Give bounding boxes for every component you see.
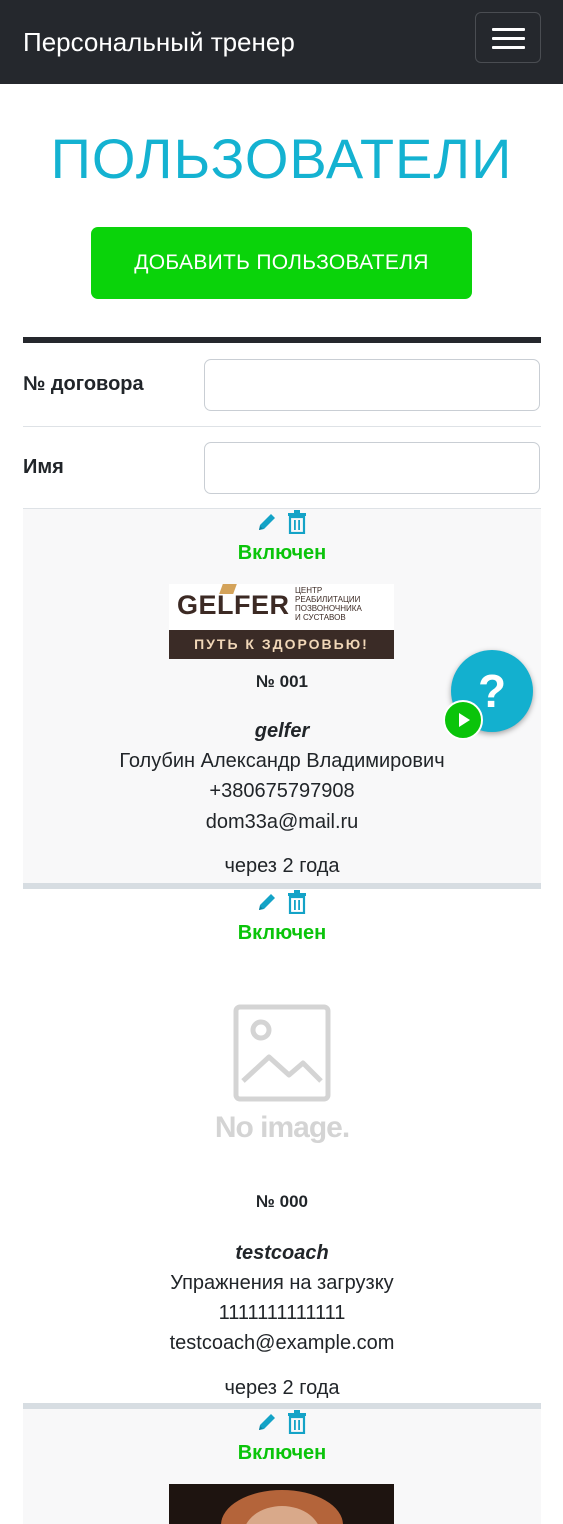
logo-tagline-line: ПОЗВОНОЧНИКА bbox=[295, 604, 362, 613]
play-button[interactable] bbox=[443, 700, 483, 740]
user-card: Включен No image. № 000 testcoach Упражн… bbox=[23, 889, 541, 1403]
pencil-icon[interactable] bbox=[256, 511, 278, 538]
logo-tagline: ЦЕНТР РЕАБИЛИТАЦИИ ПОЗВОНОЧНИКА И СУСТАВ… bbox=[295, 586, 362, 622]
name-filter-input[interactable] bbox=[204, 442, 540, 494]
logo-tagline-line: ЦЕНТР bbox=[295, 586, 323, 595]
user-logo: GELFER ЦЕНТР РЕАБИЛИТАЦИИ ПОЗВОНОЧНИКА И… bbox=[169, 584, 394, 659]
no-image-placeholder: No image. bbox=[207, 1003, 357, 1153]
play-icon bbox=[459, 713, 470, 727]
status-badge: Включен bbox=[237, 542, 327, 564]
user-phone: +380675797908 bbox=[209, 780, 355, 802]
trash-icon[interactable] bbox=[286, 510, 308, 539]
hamburger-menu-icon bbox=[492, 28, 525, 31]
contract-filter-input[interactable] bbox=[204, 359, 540, 411]
status-badge: Включен bbox=[237, 922, 327, 944]
logo-slogan: ПУТЬ К ЗДОРОВЬЮ! bbox=[169, 630, 394, 659]
filter-divider bbox=[23, 426, 541, 427]
name-filter-label: Имя bbox=[23, 456, 64, 478]
user-full-name: Упражнения на загрузку bbox=[170, 1272, 394, 1294]
image-placeholder-icon bbox=[233, 1004, 331, 1102]
logo-tagline-line: РЕАБИЛИТАЦИИ bbox=[295, 595, 361, 604]
user-photo bbox=[169, 1484, 394, 1524]
pencil-icon[interactable] bbox=[256, 891, 278, 918]
user-expiry: через 2 года bbox=[224, 1377, 340, 1399]
menu-toggle-button[interactable] bbox=[475, 12, 541, 63]
user-expiry: через 2 года bbox=[224, 855, 340, 877]
logo-brand: GELFER bbox=[177, 590, 290, 620]
hamburger-menu-icon-bar bbox=[492, 46, 525, 49]
pencil-icon[interactable] bbox=[256, 1411, 278, 1438]
logo-tagline-line: И СУСТАВОВ bbox=[295, 613, 346, 622]
status-badge: Включен bbox=[237, 1442, 327, 1464]
user-full-name: Голубин Александр Владимирович bbox=[119, 750, 445, 772]
user-email: dom33a@mail.ru bbox=[205, 811, 359, 833]
hamburger-menu-icon-bar bbox=[492, 37, 525, 40]
trash-icon[interactable] bbox=[286, 1410, 308, 1439]
trash-icon[interactable] bbox=[286, 890, 308, 919]
no-image-caption: No image. bbox=[214, 1111, 350, 1144]
top-navbar: Персональный тренер bbox=[0, 0, 563, 84]
contract-filter-label: № договора bbox=[23, 373, 144, 395]
add-user-button[interactable]: ДОБАВИТЬ ПОЛЬЗОВАТЕЛЯ bbox=[91, 227, 472, 299]
user-email: testcoach@example.com bbox=[169, 1332, 395, 1354]
user-card: Включен bbox=[23, 1409, 541, 1524]
contract-number: № 000 bbox=[255, 1192, 309, 1211]
page-title: ПОЛЬЗОВАТЕЛИ bbox=[50, 127, 513, 190]
header-divider bbox=[23, 337, 541, 343]
user-login: testcoach bbox=[235, 1242, 329, 1264]
user-phone: 1111111111111 bbox=[218, 1302, 346, 1324]
brand-title[interactable]: Персональный тренер bbox=[23, 26, 295, 58]
